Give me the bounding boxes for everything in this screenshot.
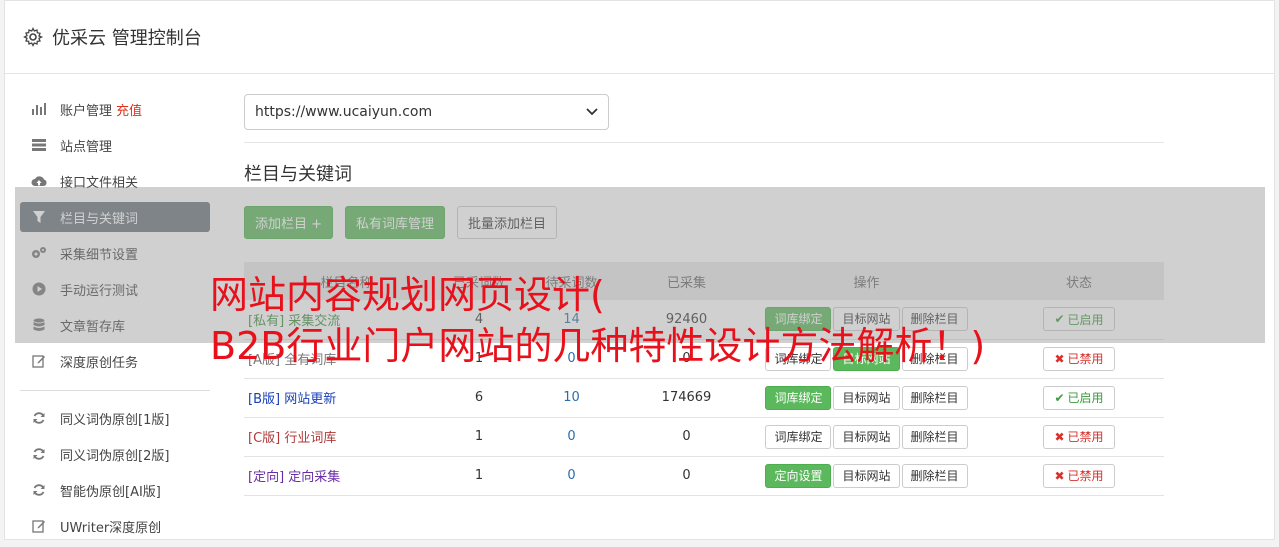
bind-lib-button[interactable]: 词库绑定 <box>765 424 832 449</box>
target-site-button[interactable]: 目标网站 <box>833 463 900 488</box>
sidebar-item-label: UWriter深度原创 <box>60 520 162 536</box>
sidebar-item-ai-original[interactable]: 智能伪原创[AI版] <box>20 475 210 505</box>
close-icon: ✖ <box>1054 468 1065 483</box>
status-cell: ✔ 已启用 <box>994 378 1164 418</box>
refresh-icon <box>30 446 48 462</box>
gear-icon <box>23 27 43 47</box>
column-tag: [定向] <box>248 470 285 485</box>
sidebar-item-synonym-v2[interactable]: 同义词伪原创[2版] <box>20 439 210 469</box>
actions-cell: 词库绑定 目标网站 删除栏目 <box>739 378 994 418</box>
collected-count: 0 <box>634 417 739 457</box>
edit-icon <box>30 518 48 534</box>
site-select[interactable]: https://www.ucaiyun.com <box>244 94 609 130</box>
bind-lib-button[interactable]: 词库绑定 <box>765 385 832 410</box>
close-icon: ✖ <box>1054 351 1065 366</box>
site-select-value: https://www.ucaiyun.com <box>255 104 433 120</box>
headline-line-1: 网站内容规划网页设计( <box>210 273 605 317</box>
delete-column-button[interactable]: 删除栏目 <box>901 463 968 488</box>
delete-column-button[interactable]: 删除栏目 <box>901 424 968 449</box>
column-name: 行业词库 <box>284 431 337 446</box>
status-toggle[interactable]: ✖ 已禁用 <box>1043 346 1115 371</box>
refresh-icon <box>30 482 48 498</box>
delete-column-button[interactable]: 删除栏目 <box>901 385 968 410</box>
collected-count: 0 <box>634 456 739 496</box>
sidebar-item-deep-original[interactable]: 深度原创任务 <box>20 346 210 376</box>
sidebar-item-label: 同义词伪原创[2版] <box>60 448 170 464</box>
top-bar: 优采云 管理控制台 <box>5 1 1274 74</box>
bar-chart-icon <box>30 101 48 117</box>
sidebar-item-label: 账户管理 <box>60 103 113 119</box>
edit-icon <box>30 353 48 369</box>
server-icon <box>30 137 48 153</box>
status-label: 已禁用 <box>1067 430 1104 444</box>
section-title: 栏目与关键词 <box>244 164 352 185</box>
sidebar-item-label: 同义词伪原创[1版] <box>60 412 170 428</box>
status-toggle[interactable]: ✖ 已禁用 <box>1043 463 1115 488</box>
directed-settings-button[interactable]: 定向设置 <box>765 463 832 488</box>
pending-count[interactable]: 10 <box>509 378 634 418</box>
headline-line-2: B2B行业门户网站的几种特性设计方法解析！) <box>210 324 986 368</box>
column-name-cell[interactable]: [B版] 网站更新 <box>244 378 449 418</box>
column-name-cell[interactable]: [C版] 行业词库 <box>244 417 449 457</box>
sidebar-item-label: 站点管理 <box>60 139 113 155</box>
sidebar-item-account[interactable]: 账户管理 充值 <box>20 94 210 124</box>
section-divider <box>244 142 1164 143</box>
sidebar-item-synonym-v1[interactable]: 同义词伪原创[1版] <box>20 403 210 433</box>
pending-count[interactable]: 0 <box>509 456 634 496</box>
table-row: [B版] 网站更新 6 10 174669 词库绑定 目标网站 删除栏目 ✔ 已启用 <box>244 378 1164 418</box>
column-name: 网站更新 <box>284 392 337 407</box>
status-toggle[interactable]: ✖ 已禁用 <box>1043 424 1115 449</box>
chevron-down-icon <box>586 108 598 116</box>
column-name: 定向采集 <box>288 470 341 485</box>
pending-count[interactable]: 0 <box>509 417 634 457</box>
target-site-button[interactable]: 目标网站 <box>833 385 900 410</box>
table-row: [C版] 行业词库 1 0 0 词库绑定 目标网站 删除栏目 ✖ 已禁用 <box>244 417 1164 457</box>
column-tag: [C版] <box>248 431 281 446</box>
status-cell: ✖ 已禁用 <box>994 417 1164 457</box>
status-cell: ✖ 已禁用 <box>994 339 1164 379</box>
table-row: [定向] 定向采集 1 0 0 定向设置 目标网站 删除栏目 ✖ 已禁用 <box>244 456 1164 496</box>
sidebar-item-label: 智能伪原创[AI版] <box>60 484 161 500</box>
recharge-link[interactable]: 充值 <box>116 100 142 119</box>
status-cell: ✖ 已禁用 <box>994 456 1164 496</box>
overlay-headline: 网站内容规划网页设计( B2B行业门户网站的几种特性设计方法解析！) <box>210 270 985 372</box>
status-label: 已启用 <box>1067 391 1104 405</box>
sidebar-item-label: 深度原创任务 <box>60 355 139 371</box>
collected-count: 174669 <box>634 378 739 418</box>
target-site-button[interactable]: 目标网站 <box>833 424 900 449</box>
check-icon: ✔ <box>1054 390 1065 405</box>
actions-cell: 定向设置 目标网站 删除栏目 <box>739 456 994 496</box>
close-icon: ✖ <box>1054 429 1065 444</box>
used-count: 1 <box>449 417 509 457</box>
used-count: 1 <box>449 456 509 496</box>
sidebar-divider <box>20 390 210 391</box>
status-label: 已禁用 <box>1067 352 1104 366</box>
app-title: 优采云 管理控制台 <box>52 28 202 49</box>
actions-cell: 词库绑定 目标网站 删除栏目 <box>739 417 994 457</box>
column-tag: [B版] <box>248 392 281 407</box>
refresh-icon <box>30 410 48 426</box>
status-label: 已禁用 <box>1067 469 1104 483</box>
used-count: 6 <box>449 378 509 418</box>
sidebar-item-sites[interactable]: 站点管理 <box>20 130 210 160</box>
column-name-cell[interactable]: [定向] 定向采集 <box>244 456 449 496</box>
status-toggle[interactable]: ✔ 已启用 <box>1043 385 1115 410</box>
sidebar-item-uwriter[interactable]: UWriter深度原创 <box>20 511 210 541</box>
